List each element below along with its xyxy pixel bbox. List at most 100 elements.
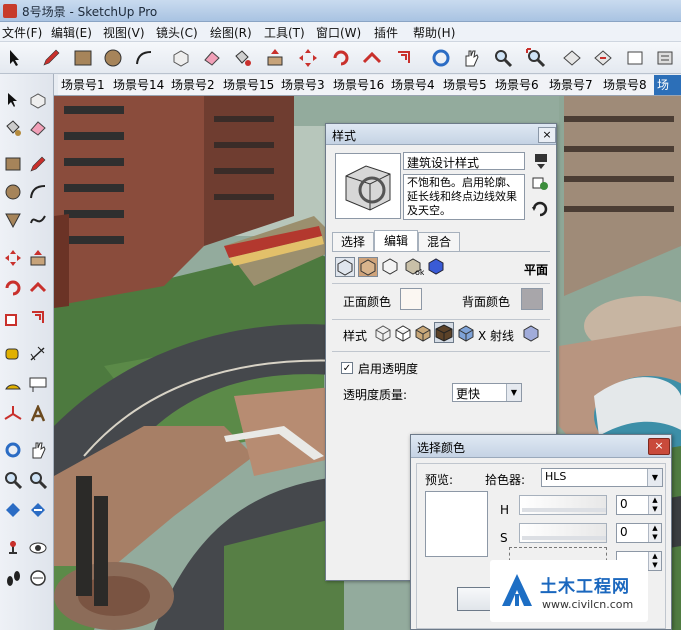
section-plane-icon[interactable] bbox=[26, 566, 50, 590]
spin-down-icon[interactable]: ▼ bbox=[648, 533, 661, 542]
tab-scene-4[interactable]: 场景号4 bbox=[388, 75, 447, 95]
tab-scene-1[interactable]: 场景号1 bbox=[58, 75, 117, 95]
orbit-icon[interactable] bbox=[1, 438, 25, 462]
position-camera-icon[interactable] bbox=[1, 536, 25, 560]
zoom-window-icon[interactable] bbox=[26, 468, 50, 492]
tab-select[interactable]: 选择 bbox=[332, 232, 374, 251]
dimension-icon[interactable] bbox=[26, 342, 50, 366]
tab-scene-14[interactable]: 场景号14 bbox=[110, 75, 175, 95]
wireframe-icon[interactable] bbox=[374, 324, 392, 342]
tape-measure-icon[interactable] bbox=[1, 342, 25, 366]
push-pull-icon[interactable] bbox=[262, 45, 288, 71]
modeling-settings-icon[interactable] bbox=[427, 257, 447, 277]
protractor-icon[interactable] bbox=[1, 372, 25, 396]
menu-edit[interactable]: 编辑(E) bbox=[51, 24, 92, 41]
previous-view-icon[interactable] bbox=[559, 45, 585, 71]
style-name-field[interactable]: 建筑设计样式 bbox=[403, 152, 525, 170]
pencil-icon[interactable] bbox=[26, 152, 50, 176]
push-pull-icon[interactable] bbox=[26, 246, 50, 270]
arc-icon[interactable] bbox=[131, 45, 157, 71]
select-icon[interactable] bbox=[2, 45, 28, 71]
menu-window[interactable]: 窗口(W) bbox=[316, 24, 361, 41]
chevron-down-icon[interactable]: ▼ bbox=[647, 469, 662, 486]
update-style-icon[interactable] bbox=[533, 152, 549, 170]
transparency-checkbox[interactable]: ✓ bbox=[341, 362, 353, 374]
menu-plugins[interactable]: 插件 bbox=[374, 24, 398, 41]
tab-scene-8[interactable]: 场景号8 bbox=[600, 75, 661, 95]
pan-icon[interactable] bbox=[458, 45, 484, 71]
orbit-icon[interactable] bbox=[428, 45, 454, 71]
close-icon[interactable]: × bbox=[648, 438, 670, 455]
menu-view[interactable]: 视图(V) bbox=[103, 24, 145, 41]
zoom-extents-icon[interactable] bbox=[523, 45, 549, 71]
axes-icon[interactable] bbox=[1, 402, 25, 426]
tab-scene-16[interactable]: 场景号16 bbox=[330, 75, 395, 95]
3d-text-icon[interactable] bbox=[26, 402, 50, 426]
freehand-icon[interactable] bbox=[26, 208, 50, 232]
paint-bucket-icon[interactable] bbox=[229, 45, 255, 71]
make-component-icon[interactable] bbox=[168, 45, 194, 71]
rectangle-icon[interactable] bbox=[1, 152, 25, 176]
next-view-icon[interactable] bbox=[590, 45, 616, 71]
tab-mix[interactable]: 混合 bbox=[418, 232, 460, 251]
rotate-icon[interactable] bbox=[1, 276, 25, 300]
spin-down-icon[interactable]: ▼ bbox=[648, 505, 661, 514]
text-icon[interactable] bbox=[26, 372, 50, 396]
spin-up-icon[interactable]: ▲ bbox=[648, 524, 661, 533]
next-view-icon[interactable] bbox=[652, 45, 678, 71]
offset-icon[interactable] bbox=[26, 306, 50, 330]
shaded-icon[interactable] bbox=[414, 324, 432, 342]
tab-scene-15[interactable]: 场景号15 bbox=[220, 75, 285, 95]
walk-icon[interactable] bbox=[1, 566, 25, 590]
offset-icon[interactable] bbox=[392, 45, 418, 71]
s-value-field[interactable]: 0 ▲ ▼ bbox=[616, 523, 662, 543]
refresh-icon[interactable] bbox=[531, 200, 549, 218]
next-view-icon[interactable] bbox=[622, 45, 648, 71]
background-settings-icon[interactable] bbox=[381, 257, 401, 277]
tab-scene-active[interactable]: 场 bbox=[654, 75, 681, 95]
spin-down-icon[interactable]: ▼ bbox=[648, 561, 661, 570]
arc-icon[interactable] bbox=[26, 180, 50, 204]
tab-scene-2[interactable]: 场景号2 bbox=[168, 75, 227, 95]
xray-icon[interactable] bbox=[522, 324, 540, 342]
pan-icon[interactable] bbox=[26, 438, 50, 462]
tab-scene-7[interactable]: 场景号7 bbox=[546, 75, 607, 95]
menu-file[interactable]: 文件(F) bbox=[2, 24, 42, 41]
rotate-icon[interactable] bbox=[328, 45, 354, 71]
move-icon[interactable] bbox=[295, 45, 321, 71]
select-icon[interactable] bbox=[1, 88, 25, 112]
chevron-down-icon[interactable]: ▼ bbox=[506, 384, 521, 401]
tab-edit[interactable]: 编辑 bbox=[374, 230, 418, 252]
tab-scene-6[interactable]: 场景号6 bbox=[492, 75, 553, 95]
previous-view-icon[interactable] bbox=[26, 498, 50, 522]
zoom-extents-icon[interactable] bbox=[1, 498, 25, 522]
monochrome-icon[interactable] bbox=[457, 324, 475, 342]
menu-help[interactable]: 帮助(H) bbox=[413, 24, 455, 41]
color-dialog-titlebar[interactable]: 选择颜色 × bbox=[411, 435, 671, 458]
eraser-icon[interactable] bbox=[199, 45, 225, 71]
scale-icon[interactable] bbox=[1, 306, 25, 330]
back-color-swatch[interactable] bbox=[521, 288, 543, 310]
follow-me-icon[interactable] bbox=[359, 45, 385, 71]
close-icon[interactable]: × bbox=[538, 127, 556, 143]
move-icon[interactable] bbox=[1, 246, 25, 270]
styles-panel-titlebar[interactable]: 样式 × bbox=[326, 124, 556, 145]
hidden-line-icon[interactable] bbox=[394, 324, 412, 342]
menu-tools[interactable]: 工具(T) bbox=[264, 24, 305, 41]
eraser-icon[interactable] bbox=[26, 116, 50, 140]
tab-scene-5[interactable]: 场景号5 bbox=[440, 75, 499, 95]
s-slider[interactable] bbox=[519, 523, 607, 543]
circle-icon[interactable] bbox=[1, 180, 25, 204]
circle-icon[interactable] bbox=[100, 45, 126, 71]
zoom-icon[interactable] bbox=[1, 468, 25, 492]
menu-draw[interactable]: 绘图(R) bbox=[210, 24, 252, 41]
face-settings-icon[interactable] bbox=[358, 257, 378, 277]
h-value-field[interactable]: 0 ▲ ▼ bbox=[616, 495, 662, 515]
rectangle-icon[interactable] bbox=[70, 45, 96, 71]
quality-select[interactable]: 更快 ▼ bbox=[452, 383, 522, 402]
picker-select[interactable]: HLS ▼ bbox=[541, 468, 663, 487]
front-color-swatch[interactable] bbox=[400, 288, 422, 310]
pencil-icon[interactable] bbox=[38, 45, 64, 71]
h-slider[interactable] bbox=[519, 495, 607, 515]
zoom-icon[interactable] bbox=[490, 45, 516, 71]
